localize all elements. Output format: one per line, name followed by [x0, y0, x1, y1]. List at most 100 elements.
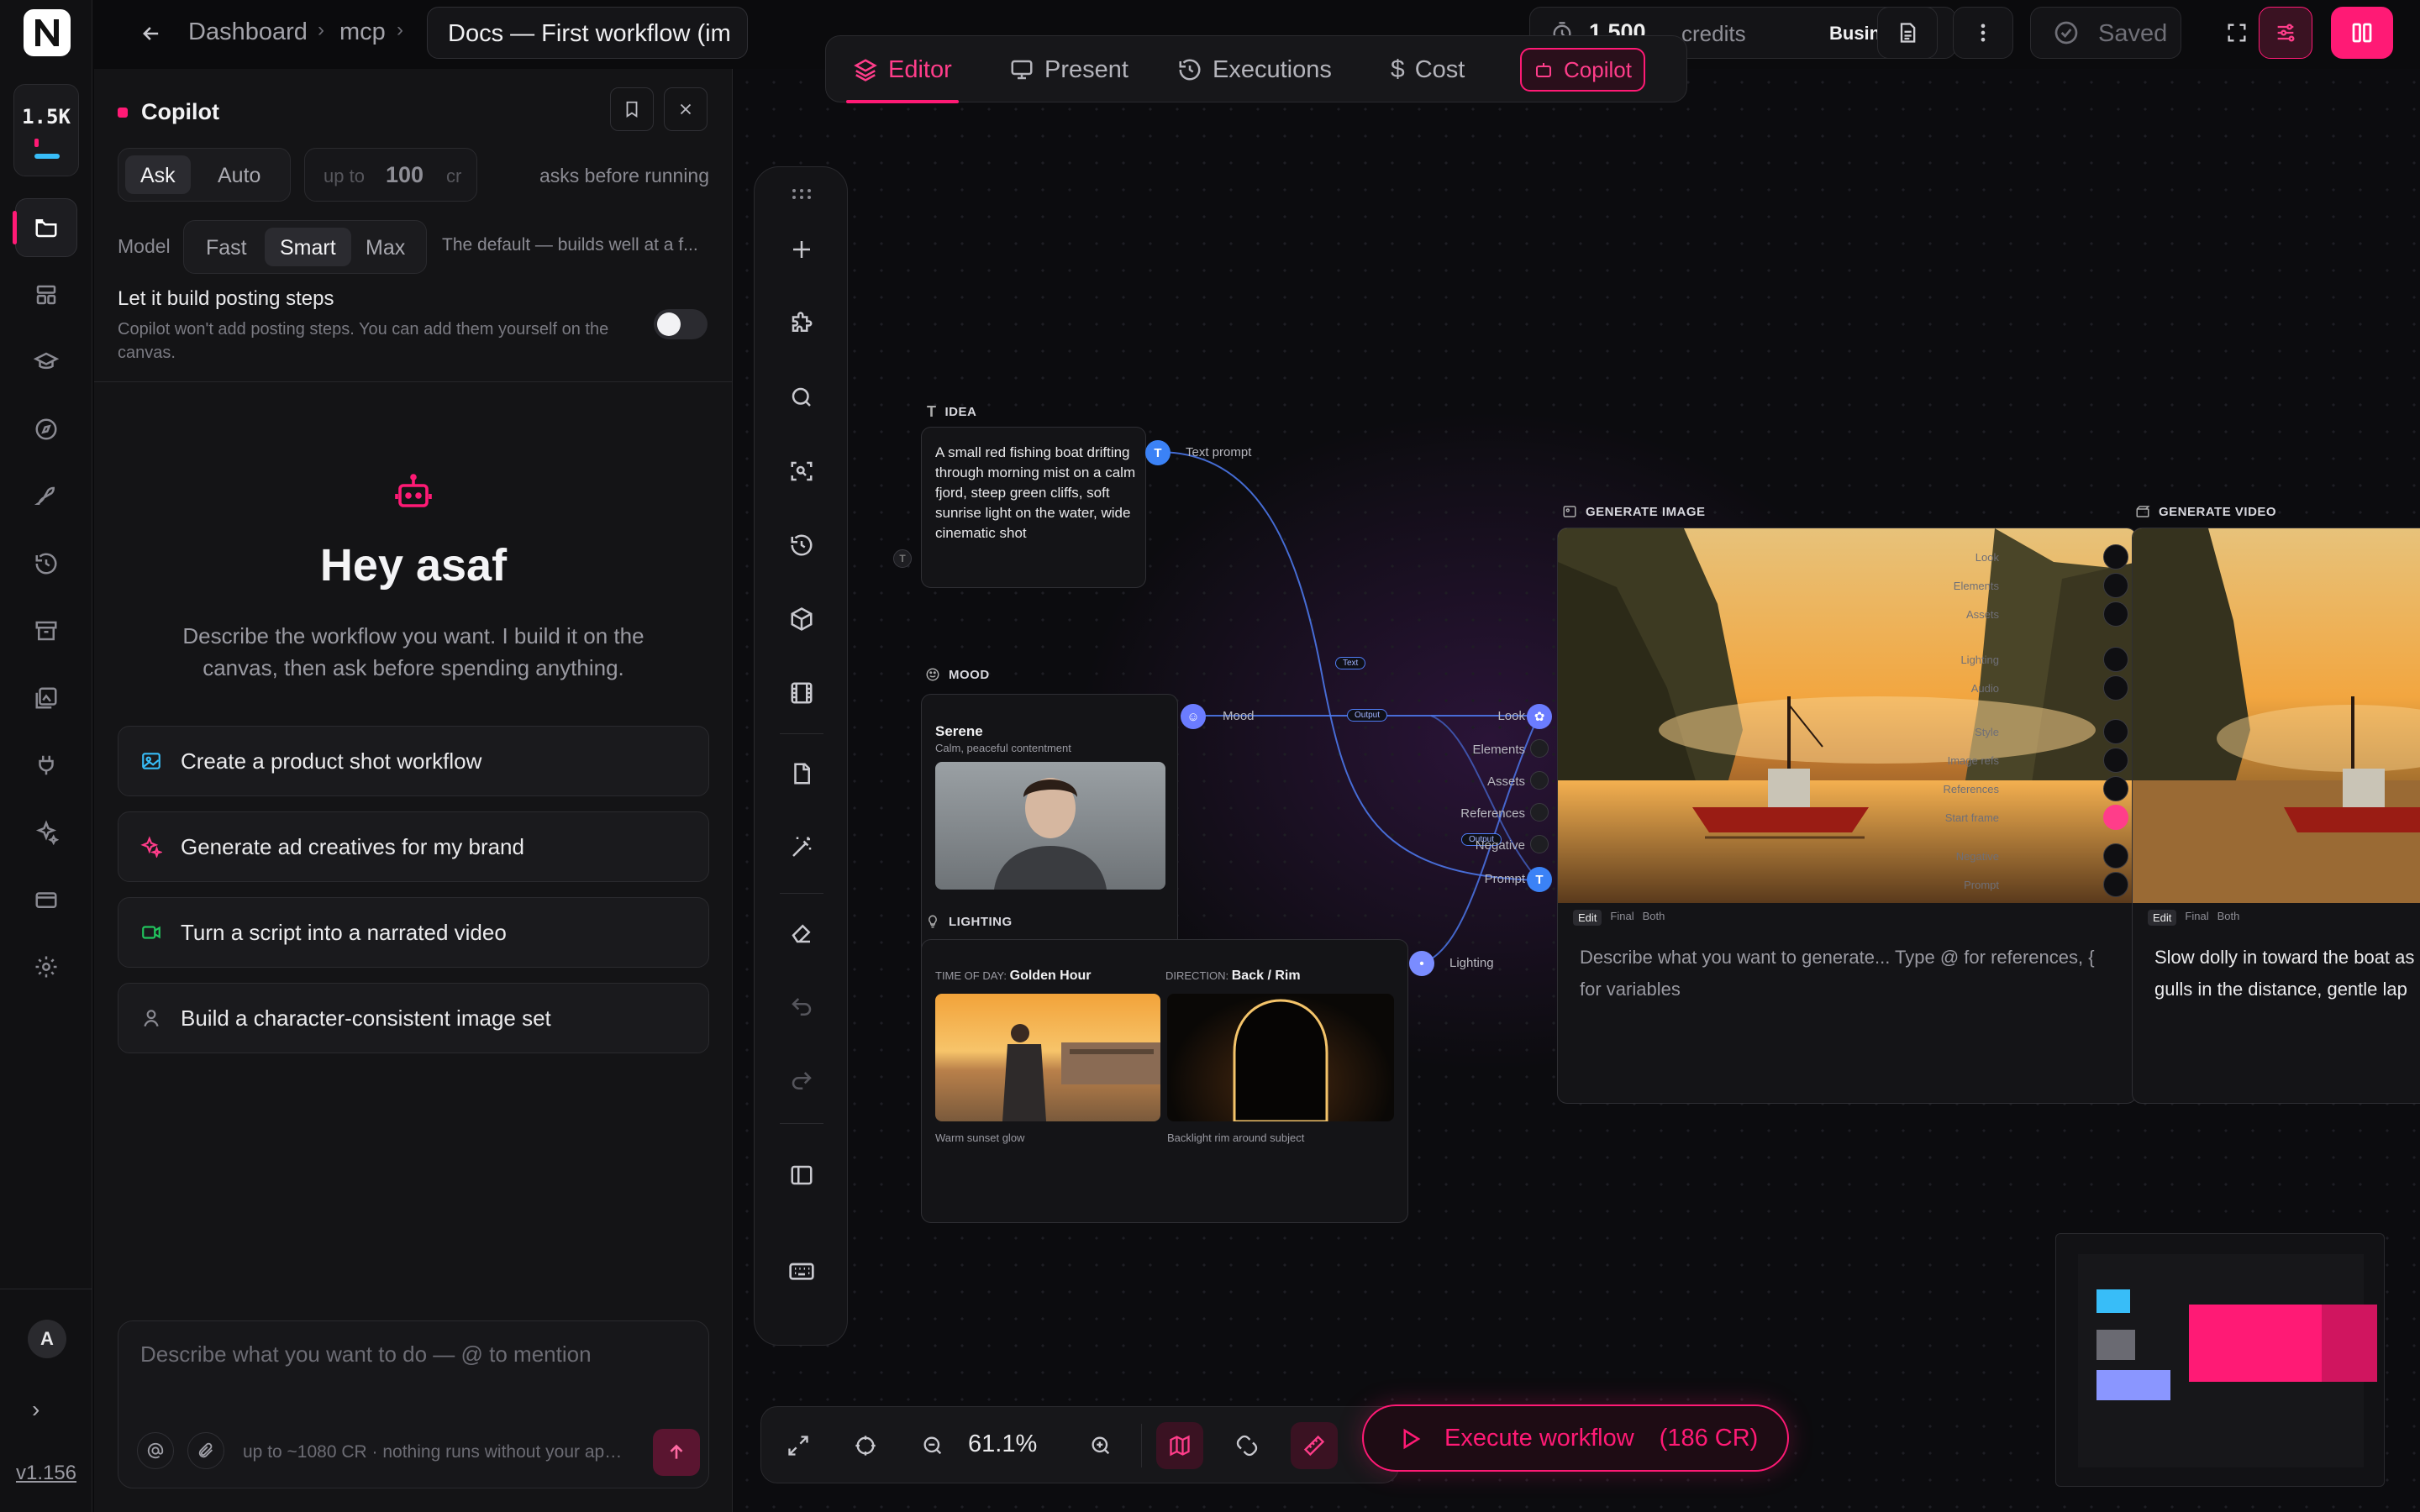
crosshair-icon[interactable] — [842, 1422, 889, 1469]
tab-executions[interactable]: Executions — [1165, 48, 1344, 92]
input-look-label: Look — [1497, 709, 1525, 723]
at-mention-icon[interactable] — [137, 1432, 174, 1469]
sliders-icon[interactable] — [2259, 7, 2312, 59]
suggestion-ad-creatives[interactable]: Generate ad creatives for my brand — [118, 811, 709, 882]
idea-input-port[interactable]: T — [893, 549, 912, 568]
document-icon[interactable] — [1877, 7, 1938, 59]
app-logo[interactable] — [24, 9, 71, 56]
paperclip-icon[interactable] — [187, 1432, 224, 1469]
mode-auto[interactable]: Auto — [203, 155, 276, 194]
model-max[interactable]: Max — [350, 228, 420, 266]
time-of-day: TIME OF DAY: Golden Hour — [935, 969, 1092, 984]
magic-icon[interactable] — [15, 803, 77, 862]
fullscreen-icon[interactable] — [2210, 7, 2264, 59]
minimap-node — [2096, 1370, 2170, 1400]
suggestion-character-set[interactable]: Build a character-consistent image set — [118, 983, 709, 1053]
side-port[interactable] — [2103, 544, 2128, 570]
compass-icon[interactable] — [15, 400, 77, 459]
side-port[interactable] — [2103, 675, 2128, 701]
suggestion-label: Generate ad creatives for my brand — [181, 833, 524, 859]
send-arrow-icon[interactable] — [653, 1429, 700, 1476]
mood-port[interactable]: ☺ — [1181, 704, 1206, 729]
zoom-out-icon[interactable] — [909, 1422, 956, 1469]
workflow-canvas[interactable]: Text Output Output T IDEA A small red fi… — [734, 69, 2420, 1512]
chevron-right-icon[interactable]: › — [32, 1396, 39, 1423]
lighting-port[interactable]: • — [1409, 951, 1434, 976]
breadcrumb-mcp[interactable]: mcp — [339, 18, 386, 46]
layout-icon[interactable] — [15, 265, 77, 324]
generate-image-node[interactable]: Edit Final Both Describe what you want t… — [1557, 528, 2137, 1104]
view-tab-both[interactable]: Both — [1643, 910, 1665, 926]
folder-icon[interactable] — [13, 198, 77, 257]
mode-ask[interactable]: Ask — [125, 155, 191, 194]
credit-meter[interactable]: 1.5K — [13, 84, 79, 176]
credit-limit-input[interactable]: up to 100 cr — [304, 148, 477, 202]
side-port[interactable] — [2103, 776, 2128, 801]
bookmark-icon[interactable] — [610, 87, 654, 131]
more-vertical-icon[interactable] — [1953, 7, 2013, 59]
tab-cost[interactable]: $ Cost — [1379, 48, 1476, 92]
assets-input-port[interactable] — [1530, 771, 1549, 790]
side-label: Start frame — [1944, 811, 1999, 824]
magnet-icon[interactable] — [1223, 1422, 1270, 1469]
elements-input-port[interactable] — [1530, 739, 1549, 758]
side-port[interactable] — [2103, 719, 2128, 744]
side-port[interactable] — [2103, 601, 2128, 627]
view-tab-both[interactable]: Both — [2217, 910, 2240, 926]
breadcrumb-dashboard[interactable]: Dashboard — [188, 18, 308, 46]
gen-video-prompt-input[interactable]: Slow dolly in toward the boat as gulls i… — [2154, 942, 2420, 1005]
side-port[interactable] — [2103, 805, 2128, 830]
side-port[interactable] — [2103, 573, 2128, 598]
fit-view-icon[interactable] — [775, 1422, 822, 1469]
tab-present[interactable]: Present — [997, 48, 1140, 92]
tab-copilot[interactable]: Copilot — [1520, 48, 1645, 92]
suggestion-narrated-video[interactable]: Turn a script into a narrated video — [118, 897, 709, 968]
side-label: Prompt — [1964, 879, 1999, 891]
suggestion-product-shot[interactable]: Create a product shot workflow — [118, 726, 709, 796]
side-port[interactable] — [2103, 647, 2128, 672]
execute-workflow-button[interactable]: Execute workflow (186 CR) — [1362, 1404, 1789, 1472]
view-tab-edit[interactable]: Edit — [1573, 910, 1602, 926]
settings-gear-icon[interactable] — [15, 937, 77, 996]
side-port[interactable] — [2103, 872, 2128, 897]
gen-image-prompt-input[interactable]: Describe what you want to generate... Ty… — [1580, 942, 2118, 1005]
panels-icon[interactable] — [2331, 7, 2393, 59]
text-prompt-port[interactable]: T — [1145, 440, 1171, 465]
map-icon[interactable] — [1156, 1422, 1203, 1469]
tab-editor[interactable]: Editor — [841, 48, 964, 103]
minimap-node — [2189, 1305, 2322, 1382]
view-tab-final[interactable]: Final — [2185, 910, 2208, 926]
text-prompt-port-label: Text prompt — [1186, 445, 1252, 459]
document-title[interactable]: Docs — First workflow (im — [427, 7, 748, 59]
plug-icon[interactable] — [15, 736, 77, 795]
view-tab-edit[interactable]: Edit — [2148, 910, 2177, 926]
ruler-icon[interactable] — [1291, 1422, 1338, 1469]
archive-icon[interactable] — [15, 601, 77, 660]
close-icon[interactable] — [664, 87, 708, 131]
generate-video-node[interactable]: Edit Final Both Slow dolly in toward the… — [2132, 528, 2420, 1104]
zoom-in-icon[interactable] — [1077, 1422, 1124, 1469]
prompt-input-port[interactable]: T — [1527, 867, 1552, 892]
negative-input-port[interactable] — [1530, 835, 1549, 853]
model-smart[interactable]: Smart — [265, 228, 351, 266]
back-arrow-icon[interactable] — [133, 15, 170, 52]
graduation-cap-icon[interactable] — [15, 333, 77, 391]
rocket-icon[interactable] — [15, 467, 77, 526]
avatar[interactable]: A — [28, 1320, 66, 1358]
view-tab-final[interactable]: Final — [1610, 910, 1634, 926]
credit-card-icon[interactable] — [15, 870, 77, 929]
idea-node[interactable]: A small red fishing boat drifting throug… — [921, 427, 1146, 588]
references-input-port[interactable] — [1530, 803, 1549, 822]
minimap[interactable] — [2055, 1233, 2385, 1487]
lighting-node[interactable]: TIME OF DAY: Golden Hour DIRECTION: Back… — [921, 939, 1408, 1223]
copilot-composer[interactable]: Describe what you want to do — @ to ment… — [118, 1320, 709, 1488]
posting-toggle[interactable] — [654, 309, 708, 339]
look-input-port[interactable]: ✿ — [1527, 704, 1552, 729]
version-link[interactable]: v1.156 — [0, 1462, 92, 1485]
layers-icon — [853, 57, 878, 82]
history-icon[interactable] — [15, 534, 77, 593]
model-fast[interactable]: Fast — [191, 228, 262, 266]
side-port[interactable] — [2103, 843, 2128, 869]
gallery-icon[interactable] — [15, 669, 77, 727]
side-port[interactable] — [2103, 748, 2128, 773]
